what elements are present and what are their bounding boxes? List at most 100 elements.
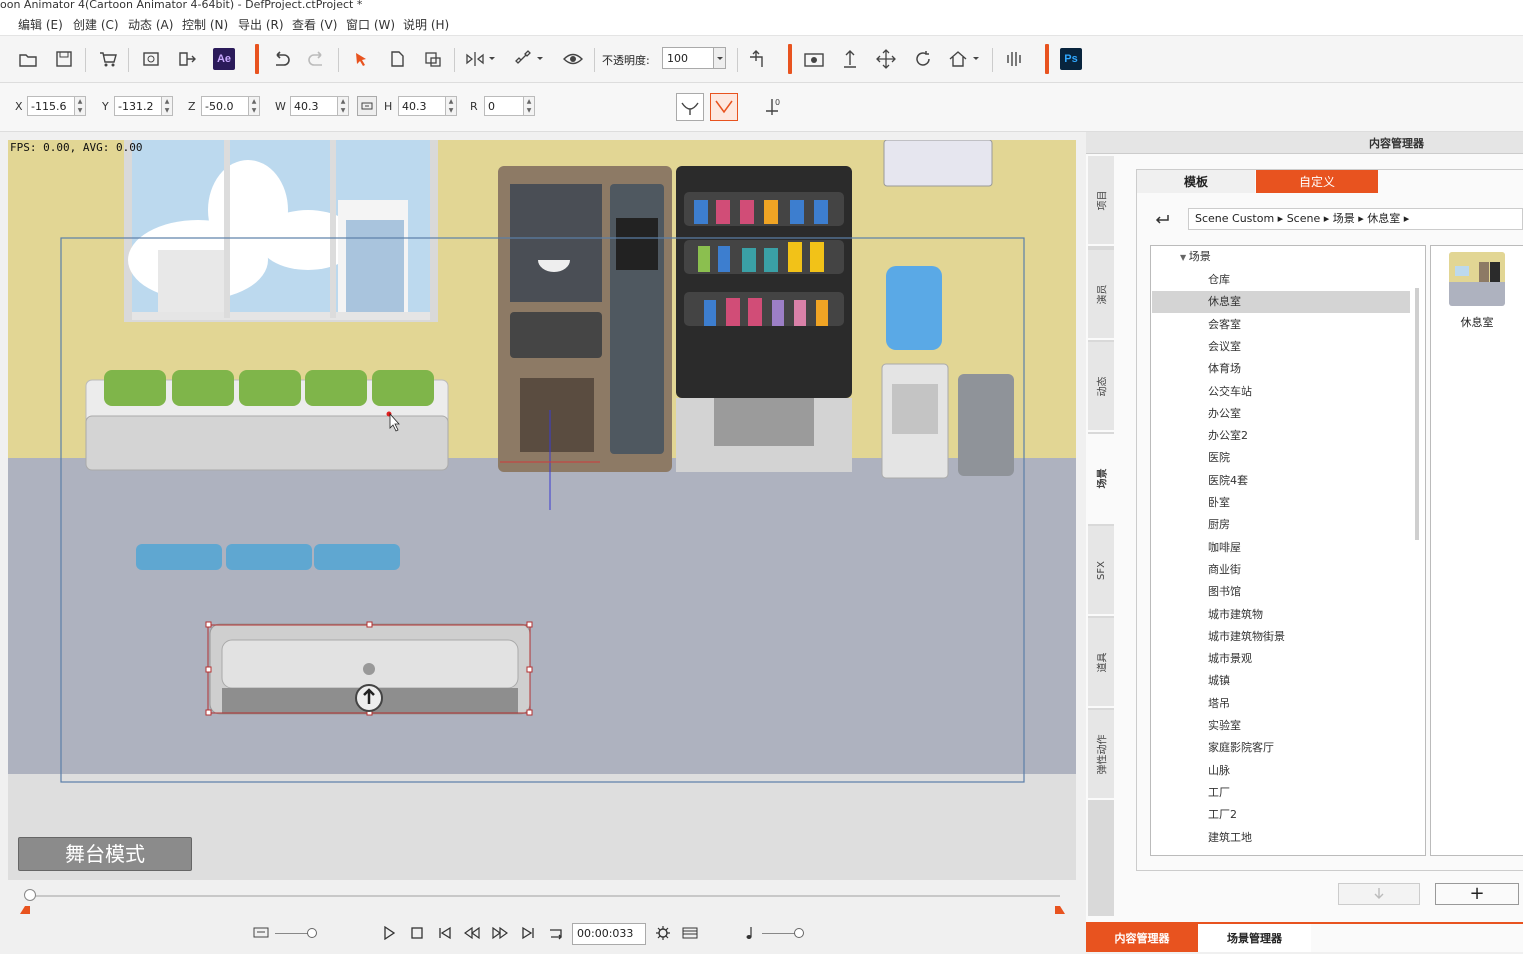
tree-item[interactable]: 医院4套 <box>1152 470 1410 492</box>
open-folder-icon[interactable] <box>17 48 39 70</box>
z-input[interactable]: -50.0 <box>201 96 249 116</box>
vtab-scene[interactable]: 场景 <box>1088 434 1114 524</box>
lock-ratio-icon[interactable] <box>357 96 377 116</box>
tree-item[interactable]: 塔吊 <box>1152 693 1410 715</box>
camera-rotate-icon[interactable] <box>912 48 934 70</box>
tree-scrollbar[interactable] <box>1415 288 1419 540</box>
bottom-tab-content-manager[interactable]: 内容管理器 <box>1086 924 1198 952</box>
h-input[interactable]: 40.3 <box>398 96 446 116</box>
tree-item[interactable]: 城镇 <box>1152 670 1410 692</box>
camera-home-icon[interactable] <box>947 48 969 70</box>
vtab-actor[interactable]: 演员 <box>1088 250 1114 340</box>
vtab-props[interactable]: 道具 <box>1088 618 1114 708</box>
home-dropdown-icon[interactable] <box>970 48 982 70</box>
page-icon[interactable] <box>386 48 408 70</box>
tab-custom[interactable]: 自定义 <box>1256 170 1378 193</box>
z-spinner[interactable]: ▲ ▼ <box>249 96 260 116</box>
settings-gear-icon[interactable] <box>654 924 672 942</box>
store-cart-icon[interactable] <box>97 48 119 70</box>
tree-item[interactable]: 会客室 <box>1152 314 1410 336</box>
r-spinner[interactable]: ▲ ▼ <box>524 96 535 116</box>
menu-create[interactable]: 创建 (C) <box>73 16 119 33</box>
r-input[interactable]: 0 <box>484 96 524 116</box>
tree-item[interactable]: 山脉 <box>1152 760 1410 782</box>
tree-item[interactable]: 工厂 <box>1152 782 1410 804</box>
tree-root[interactable]: ▼ 场景 <box>1180 246 1380 268</box>
audio-wave-icon[interactable] <box>1004 48 1026 70</box>
camera-pan-icon[interactable] <box>875 48 897 70</box>
opacity-input[interactable]: 100 <box>662 47 714 69</box>
pivot-align-icon[interactable]: 0 <box>762 95 784 117</box>
tree-item[interactable]: 体育场 <box>1152 358 1410 380</box>
tree-item[interactable]: 会议室 <box>1152 336 1410 358</box>
tree-item[interactable]: 休息室 <box>1152 291 1410 314</box>
w-spinner[interactable]: ▲ ▼ <box>338 96 349 116</box>
back-arrow-icon[interactable] <box>1152 210 1174 230</box>
transform-tool-icon[interactable] <box>422 48 444 70</box>
after-effects-icon[interactable]: Ae <box>213 48 235 70</box>
timeline-scrubber[interactable] <box>24 889 36 901</box>
camera-move-vertical-icon[interactable] <box>839 48 861 70</box>
tree-item[interactable]: 建筑工地 <box>1152 827 1410 849</box>
tree-item[interactable]: 厨房 <box>1152 514 1410 536</box>
menu-edit[interactable]: 编辑 (E) <box>18 16 63 33</box>
music-volume-knob[interactable] <box>794 928 804 938</box>
tree-item[interactable]: 医院 <box>1152 447 1410 469</box>
tree-item[interactable]: 实验室 <box>1152 715 1410 737</box>
opacity-dropdown-icon[interactable] <box>713 47 726 69</box>
y-input[interactable]: -131.2 <box>114 96 162 116</box>
w-input[interactable]: 40.3 <box>290 96 338 116</box>
y-spinner[interactable]: ▲ ▼ <box>162 96 173 116</box>
tree-item[interactable]: 仓库 <box>1152 269 1410 291</box>
vtab-sfx[interactable]: SFX <box>1088 526 1114 616</box>
stage-canvas[interactable]: FPS: 0.00, AVG: 0.00 舞台模式 <box>8 140 1076 880</box>
next-frame-icon[interactable] <box>491 924 509 942</box>
timecode-field[interactable]: 00:00:033 <box>572 923 646 945</box>
x-input[interactable]: -115.6 <box>27 96 75 116</box>
thumbnail-image[interactable] <box>1449 252 1505 306</box>
breadcrumb-item[interactable]: Scene <box>1287 212 1321 225</box>
visibility-eye-icon[interactable] <box>562 48 584 70</box>
tree-item[interactable]: 城市景观 <box>1152 648 1410 670</box>
tab-template[interactable]: 模板 <box>1137 170 1255 193</box>
range-start-marker[interactable] <box>20 906 30 914</box>
breadcrumb-item[interactable]: 场景 <box>1333 212 1355 225</box>
first-frame-icon[interactable] <box>436 924 454 942</box>
music-note-icon[interactable] <box>740 924 758 942</box>
tree-item[interactable]: 卧室 <box>1152 492 1410 514</box>
add-button[interactable]: + <box>1435 883 1519 905</box>
download-button[interactable] <box>1338 883 1420 905</box>
volume-slider-knob[interactable] <box>307 928 317 938</box>
flip-icon[interactable] <box>464 48 486 70</box>
menu-control[interactable]: 控制 (N) <box>182 16 228 33</box>
timeline-panel-icon[interactable] <box>681 924 699 942</box>
menu-window[interactable]: 窗口 (W) <box>346 16 395 33</box>
photoshop-icon[interactable]: Ps <box>1060 48 1082 70</box>
breadcrumb-item[interactable]: Scene Custom <box>1195 212 1274 225</box>
link-icon[interactable] <box>512 48 534 70</box>
ease-in-icon[interactable] <box>676 93 704 121</box>
tree-item[interactable]: 商业街 <box>1152 559 1410 581</box>
save-icon[interactable] <box>53 48 75 70</box>
menu-view[interactable]: 查看 (V) <box>292 16 337 33</box>
loop-icon[interactable] <box>547 924 565 942</box>
menu-export[interactable]: 导出 (R) <box>238 16 284 33</box>
bottom-tab-scene-manager[interactable]: 场景管理器 <box>1198 924 1311 952</box>
render-preview-icon[interactable] <box>140 48 162 70</box>
vtab-elastic-motion[interactable]: 弹性动作 <box>1088 710 1114 800</box>
attach-icon[interactable] <box>746 48 768 70</box>
breadcrumb-item[interactable]: 休息室 <box>1367 212 1400 225</box>
menu-help[interactable]: 说明 (H) <box>403 16 449 33</box>
stage-mode-button[interactable]: 舞台模式 <box>18 837 192 871</box>
camera-icon[interactable] <box>803 48 825 70</box>
stop-icon[interactable] <box>408 924 426 942</box>
music-volume-track[interactable] <box>762 933 798 934</box>
tree-item[interactable]: 咖啡屋 <box>1152 537 1410 559</box>
select-arrow-icon[interactable] <box>350 48 372 70</box>
last-frame-icon[interactable] <box>519 924 537 942</box>
tree-item[interactable]: 城市建筑物 <box>1152 604 1410 626</box>
ease-out-icon[interactable] <box>710 93 738 121</box>
tree-item[interactable]: 办公室 <box>1152 403 1410 425</box>
tree-item[interactable]: 城市建筑物街景 <box>1152 626 1410 648</box>
vtab-project[interactable]: 项目 <box>1088 156 1114 246</box>
